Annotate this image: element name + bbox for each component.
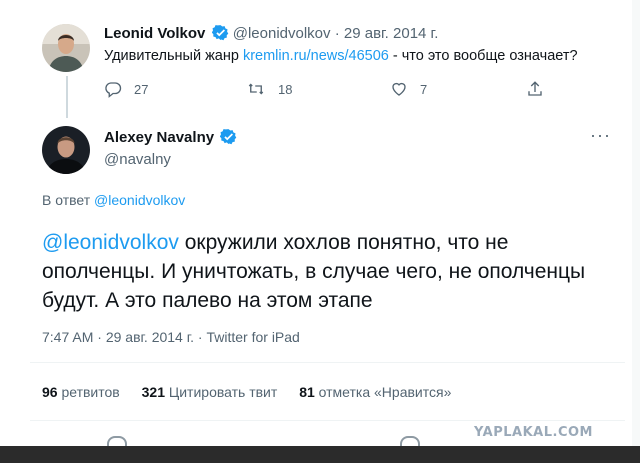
engagement-stats: 96 ретвитов 321 Цитировать твит 81 отмет… [42, 384, 451, 400]
main-tweet-text: @leonidvolkov окружили хохлов понятно, ч… [42, 228, 602, 315]
likes-count: 81 [299, 384, 315, 400]
header-separator: · [334, 25, 340, 42]
divider-bottom [30, 420, 625, 421]
main-author-handle[interactable]: @navalny [104, 151, 171, 168]
bottom-bar [0, 446, 640, 463]
reply-header: Leonid Volkov @leonidvolkov · 29 авг. 20… [104, 24, 438, 45]
watermark: YAPLAKAL.COM [474, 425, 593, 440]
reply-button[interactable]: 27 [104, 80, 148, 98]
scroll-edge [632, 0, 640, 446]
quotes-label: Цитировать твит [168, 384, 278, 400]
tweet-meta: 7:47 AM · 29 авг. 2014 г. · Twitter for … [42, 329, 300, 345]
more-options-icon[interactable]: ··· [590, 125, 611, 146]
reply-link[interactable]: kremlin.ru/news/46506 [243, 48, 389, 64]
heart-icon [392, 82, 406, 96]
retweets-count: 96 [42, 384, 58, 400]
verified-badge-icon [220, 128, 237, 149]
reply-author-handle[interactable]: @leonidvolkov [233, 25, 331, 42]
quotes-count: 321 [141, 384, 165, 400]
reply-text-before: Удивительный жанр [104, 48, 243, 64]
retweets-label: ретвитов [61, 384, 120, 400]
likes-label: отметка «Нравится» [318, 384, 452, 400]
thread-connector [66, 76, 68, 118]
tweet-thread [0, 0, 635, 446]
quotes-stat[interactable]: 321 Цитировать твит [142, 384, 278, 400]
retweet-button[interactable]: 18 [246, 80, 292, 98]
reply-icon [105, 82, 122, 98]
reply-count: 27 [134, 81, 149, 97]
replying-to: В ответ @leonidvolkov [42, 192, 185, 208]
meta-sep-2: · [194, 329, 207, 345]
reply-text: Удивительный жанр kremlin.ru/news/46506 … [104, 48, 578, 64]
main-author-row: Alexey Navalny [104, 128, 237, 149]
retweets-stat[interactable]: 96 ретвитов [42, 384, 120, 400]
tweet-date[interactable]: 29 авг. 2014 г. [106, 329, 194, 345]
replying-prefix: В ответ [42, 192, 95, 208]
tweet-source[interactable]: Twitter for iPad [206, 329, 299, 345]
like-count: 7 [420, 81, 428, 97]
reply-author-name[interactable]: Leonid Volkov [104, 25, 205, 42]
mention-link[interactable]: @leonidvolkov [42, 231, 179, 254]
tweet-time[interactable]: 7:47 AM [42, 329, 93, 345]
verified-badge-icon [211, 24, 229, 45]
avatar-leonid[interactable] [42, 24, 90, 72]
like-button[interactable]: 7 [390, 80, 427, 98]
meta-sep-1: · [93, 329, 106, 345]
likes-stat[interactable]: 81 отметка «Нравится» [299, 384, 451, 400]
divider-top [30, 362, 625, 363]
reply-date[interactable]: 29 авг. 2014 г. [344, 25, 438, 42]
retweet-icon [248, 83, 264, 95]
reply-text-after: - что это вообще означает? [388, 48, 578, 64]
main-author-name[interactable]: Alexey Navalny [104, 129, 214, 146]
retweet-count: 18 [278, 81, 293, 97]
avatar-navalny[interactable] [42, 126, 90, 174]
replying-handle[interactable]: @leonidvolkov [94, 192, 185, 208]
share-icon [528, 81, 542, 96]
share-button[interactable] [526, 80, 556, 98]
